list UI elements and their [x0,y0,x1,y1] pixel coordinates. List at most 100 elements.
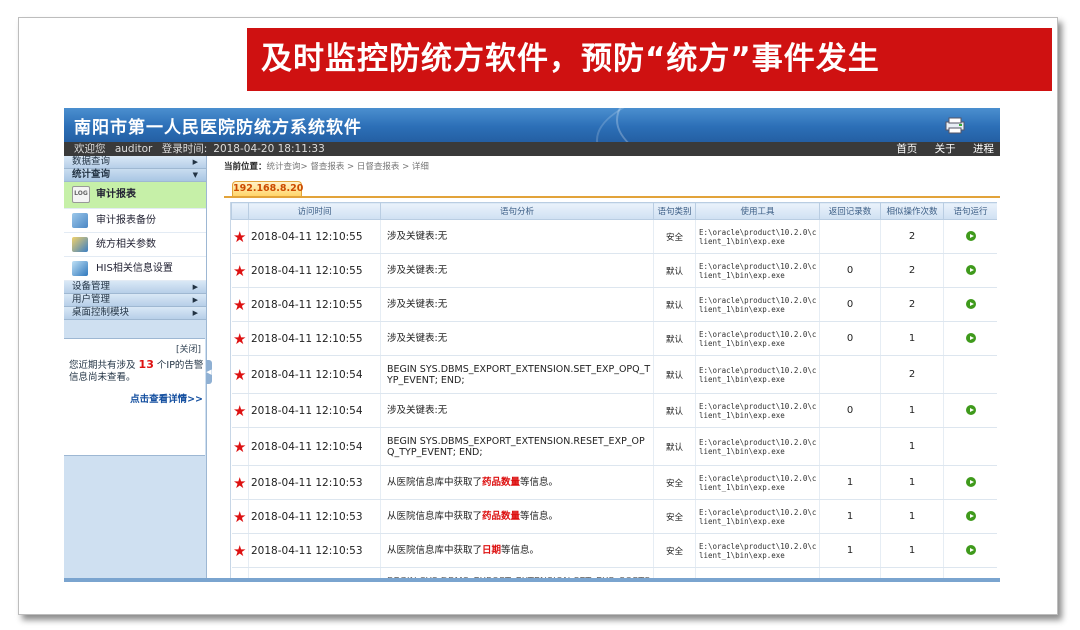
similar-count: 2 [880,253,944,288]
app-bottom-border [64,578,1000,582]
returned-count: 0 [819,393,881,428]
tool-path: E:\oracle\product\10.2.0\client_1\bin\ex… [695,253,820,288]
nav-progress-link[interactable]: 进程 [973,143,994,155]
chevron-down-icon: ▼ [192,171,198,179]
sidebar-item-user-mgmt[interactable]: 用户管理 ▶ [64,294,206,307]
star-icon: ★ [231,287,249,322]
tool-path: E:\oracle\product\10.2.0\client_1\bin\ex… [695,393,820,428]
statement-analysis: 涉及关键表:无 [380,253,654,288]
tool-path: E:\oracle\product\10.2.0\client_1\bin\ex… [695,287,820,322]
table-row[interactable]: ★ 2018-04-11 12:10:55 涉及关键表:无 默认 E:\oracle\p… [231,253,997,288]
welcome-label: 欢迎您 [74,143,106,155]
keyword-highlight: 药品数量 [482,477,521,488]
play-icon[interactable] [965,477,976,487]
table-row[interactable]: ★ 2018-04-11 12:10:53 从医院信息库中获取了药品数量等信息。 安全… [231,465,997,500]
statement-analysis: 从医院信息库中获取了药品数量等信息。 [380,499,654,534]
play-icon[interactable] [965,265,976,275]
col-header-analysis[interactable]: 语句分析 [380,202,654,220]
table-row[interactable]: ★ 2018-04-11 12:10:53 从医院信息库中获取了药品数量等信息。 安全… [231,499,997,534]
play-icon[interactable] [965,231,976,241]
chevron-right-icon: ▶ [192,309,198,317]
alert-close-button[interactable]: [关闭] [176,342,201,355]
tool-path: E:\oracle\product\10.2.0\client_1\bin\ex… [695,321,820,356]
nav-home-link[interactable]: 首页 [896,143,917,155]
statement-category: 默认 [653,321,696,356]
play-icon[interactable] [965,511,976,521]
star-icon: ★ [231,499,249,534]
returned-count: 1 [819,533,881,568]
col-header-tool[interactable]: 使用工具 [695,202,820,220]
run-cell [943,465,997,500]
sidebar-item-params[interactable]: 统方相关参数 [64,233,206,257]
chevron-right-icon: ▶ [192,283,198,291]
col-header-time[interactable]: 访问时间 [248,202,381,220]
backup-icon [72,213,88,228]
statement-category: 默认 [653,287,696,322]
printer-icon[interactable] [944,116,966,134]
sidebar-item-his-settings[interactable]: HIS相关信息设置 [64,257,206,281]
returned-count: 1 [819,465,881,500]
nav-about-link[interactable]: 关于 [935,143,956,155]
col-header-category[interactable]: 语句类别 [653,202,696,220]
star-icon: ★ [231,253,249,288]
returned-count [819,427,881,466]
similar-count: 1 [880,393,944,428]
access-time: 2018-04-11 12:10:55 [248,219,381,254]
access-time: 2018-04-11 12:10:53 [248,499,381,534]
alert-count: 13 [138,358,154,371]
access-time: 2018-04-11 12:10:53 [248,533,381,568]
statement-category: 安全 [653,533,696,568]
table-row[interactable]: ★ 2018-04-11 12:10:54 BEGIN SYS.DBMS_EXPOR… [231,355,997,394]
star-icon: ★ [231,465,249,500]
tool-path: E:\oracle\product\10.2.0\client_1\bin\ex… [695,533,820,568]
sidebar-item-stats-query[interactable]: 统计查询 ▼ [64,169,206,182]
play-icon[interactable] [965,299,976,309]
statement-category: 默认 [653,253,696,288]
tab-ip[interactable]: 192.168.8.20 [232,181,303,196]
alert-details-link[interactable]: 点击查看详情>> [130,391,203,405]
alert-message: 您近期共有涉及 13 个IP的告警信息尚未查看。 [69,358,204,384]
play-icon[interactable] [965,405,976,415]
star-icon: ★ [231,355,249,394]
play-icon[interactable] [965,545,976,555]
access-time: 2018-04-11 12:10:54 [248,393,381,428]
statement-analysis: 涉及关键表:无 [380,287,654,322]
audit-table: 访问时间 语句分析 语句类别 使用工具 返回记录数 相似操作次数 语句运行 ★ 2… [231,202,997,582]
tab-underline [224,196,1000,198]
run-cell [943,321,997,356]
statement-category: 默认 [653,355,696,394]
col-header-returned[interactable]: 返回记录数 [819,202,881,220]
statement-analysis: 从医院信息库中获取了日期等信息。 [380,533,654,568]
tool-path: E:\oracle\product\10.2.0\client_1\bin\ex… [695,219,820,254]
returned-count: 1 [819,499,881,534]
run-cell [943,287,997,322]
table-row[interactable]: ★ 2018-04-11 12:10:54 BEGIN SYS.DBMS_EXPOR… [231,427,997,466]
returned-count: 0 [819,321,881,356]
table-row[interactable]: ★ 2018-04-11 12:10:53 从医院信息库中获取了日期等信息。 安全 E:… [231,533,997,568]
sidebar-item-data-query[interactable]: 数据查询 ▶ [64,156,206,169]
sidebar-collapse-handle[interactable]: ◀ [206,360,212,384]
table-row[interactable]: ★ 2018-04-11 12:10:54 涉及关键表:无 默认 E:\oracle\p… [231,393,997,428]
run-cell [943,427,997,466]
similar-count: 1 [880,321,944,356]
table-row[interactable]: ★ 2018-04-11 12:10:55 涉及关键表:无 默认 E:\oracle\p… [231,287,997,322]
table-row[interactable]: ★ 2018-04-11 12:10:55 涉及关键表:无 安全 E:\oracle\p… [231,219,997,254]
star-icon: ★ [231,427,249,466]
run-cell [943,499,997,534]
run-cell [943,393,997,428]
statement-category: 安全 [653,219,696,254]
statement-category: 默认 [653,393,696,428]
table-row[interactable]: ★ 2018-04-11 12:10:55 涉及关键表:无 默认 E:\oracle\p… [231,321,997,356]
col-header-run[interactable]: 语句运行 [943,202,997,220]
col-header-similar[interactable]: 相似操作次数 [880,202,944,220]
sidebar-item-device-mgmt[interactable]: 设备管理 ▶ [64,281,206,294]
sidebar-item-audit-report[interactable]: LOG 审计报表 [64,182,206,209]
settings-tools-icon [72,237,88,252]
play-icon[interactable] [965,333,976,343]
returned-count [819,219,881,254]
access-time: 2018-04-11 12:10:55 [248,321,381,356]
col-header-marker [231,202,249,220]
sidebar-item-audit-backup[interactable]: 审计报表备份 [64,209,206,233]
sidebar-item-desktop-control[interactable]: 桌面控制模块 ▶ [64,307,206,320]
tool-path: E:\oracle\product\10.2.0\client_1\bin\ex… [695,499,820,534]
